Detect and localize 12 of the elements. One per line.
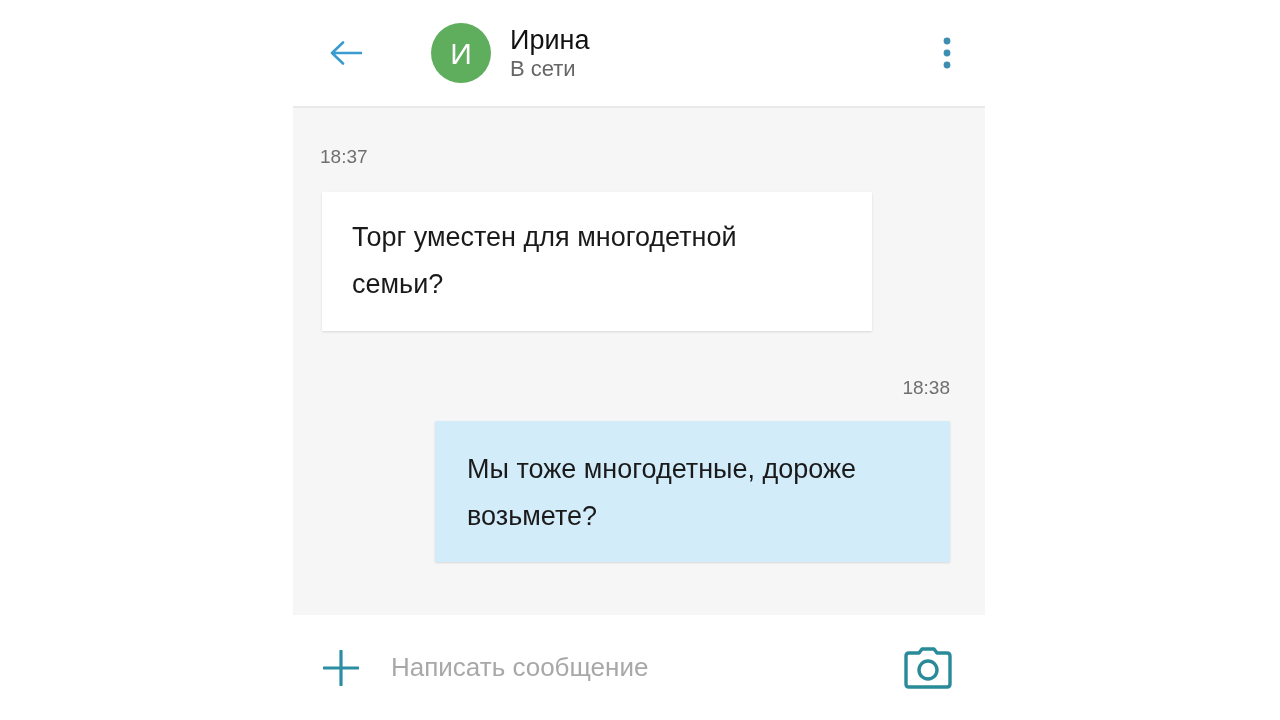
message-time: 18:38 xyxy=(902,377,950,399)
plus-icon[interactable] xyxy=(323,649,359,686)
received-message: Торг уместен для многодетной семьи? xyxy=(322,192,872,331)
camera-icon[interactable] xyxy=(904,646,952,689)
message-time: 18:37 xyxy=(320,146,368,168)
contact-status: В сети xyxy=(510,55,577,82)
sent-message: Мы тоже многодетные, дороже возьмете? xyxy=(435,421,950,562)
message-input[interactable]: Написать сообщение xyxy=(391,648,904,687)
contact-avatar: И xyxy=(431,23,491,83)
back-arrow-icon[interactable] xyxy=(330,41,362,65)
more-options-icon[interactable] xyxy=(943,37,951,69)
contact-name: Ирина xyxy=(510,24,590,56)
